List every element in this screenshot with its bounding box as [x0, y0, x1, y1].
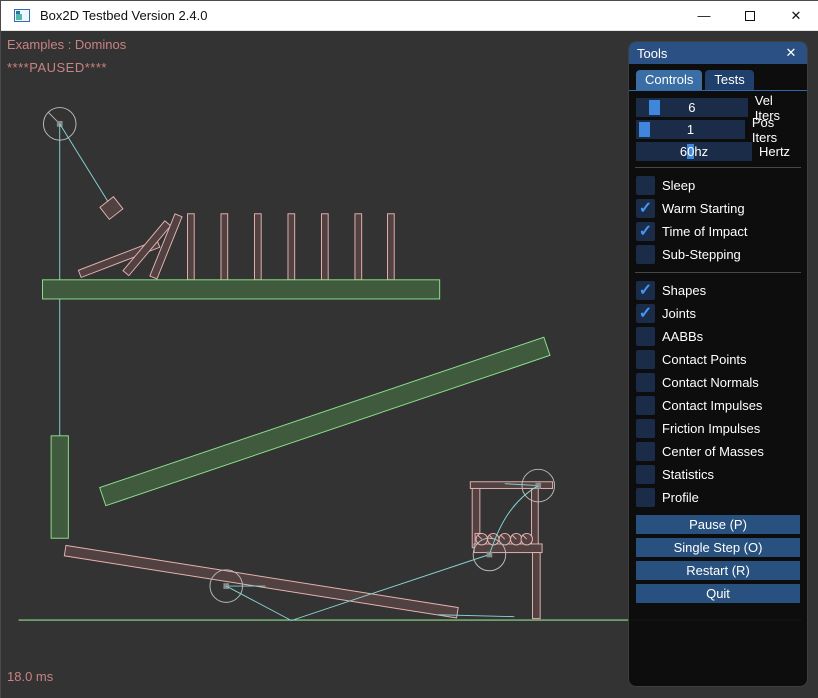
app-icon [14, 9, 30, 22]
checkbox-label: Friction Impulses [662, 421, 760, 436]
checkbox-aabbs[interactable] [636, 327, 655, 346]
joint-anchor-dot [535, 483, 541, 489]
hertz-value: 6 [680, 144, 687, 159]
check-row-sleep[interactable]: Sleep [636, 174, 800, 197]
check-icon: ✓ [639, 283, 652, 299]
check-row-contact-points[interactable]: Contact Points [636, 348, 800, 371]
tab-tests[interactable]: Tests [705, 70, 753, 90]
quit-button[interactable]: Quit [636, 584, 800, 603]
checkbox-label: Sleep [662, 178, 695, 193]
checkbox-label: Shapes [662, 283, 706, 298]
pos-iters-row: 1 Pos Iters [636, 120, 800, 139]
checkbox-label: Warm Starting [662, 201, 745, 216]
window-title: Box2D Testbed Version 2.4.0 [40, 8, 207, 23]
domino [221, 214, 228, 280]
example-label: Examples : Dominos [7, 37, 126, 52]
checkbox-friction-impulses[interactable] [636, 419, 655, 438]
checkbox-shapes[interactable]: ✓ [636, 281, 655, 300]
domino [288, 214, 295, 280]
check-row-time-of-impact[interactable]: ✓ Time of Impact [636, 220, 800, 243]
check-row-center-of-masses[interactable]: Center of Masses [636, 440, 800, 463]
check-row-contact-impulses[interactable]: Contact Impulses [636, 394, 800, 417]
check-row-profile[interactable]: Profile [636, 486, 800, 509]
slider-grab[interactable] [639, 122, 650, 137]
checkbox-label: Profile [662, 490, 699, 505]
pillar [51, 436, 68, 538]
check-row-friction-impulses[interactable]: Friction Impulses [636, 417, 800, 440]
pos-iters-value: 1 [687, 122, 694, 137]
checkbox-sleep[interactable] [636, 176, 655, 195]
checkbox-contact-impulses[interactable] [636, 396, 655, 415]
domino [254, 214, 261, 280]
checkbox-label: Sub-Stepping [662, 247, 741, 262]
checkbox-statistics[interactable] [636, 465, 655, 484]
vel-iters-slider[interactable]: 6 [636, 98, 748, 117]
separator [635, 167, 801, 168]
paused-label: ****PAUSED**** [7, 60, 107, 75]
frame-time-label: 18.0 ms [7, 669, 53, 684]
check-icon: ✓ [639, 201, 652, 217]
hertz-input[interactable]: 60 hz [636, 142, 752, 161]
ramp [100, 337, 550, 505]
checkbox-contact-normals[interactable] [636, 373, 655, 392]
panel-close-icon[interactable]: ✕ [783, 45, 799, 61]
check-row-statistics[interactable]: Statistics [636, 463, 800, 486]
domino [321, 214, 328, 280]
slider-grab[interactable] [649, 100, 660, 115]
single-step-button[interactable]: Single Step (O) [636, 538, 800, 557]
platform-shelf [43, 280, 440, 299]
rope-to-bob [60, 124, 112, 207]
check-icon: ✓ [639, 224, 652, 240]
pause-button[interactable]: Pause (P) [636, 515, 800, 534]
tools-panel-title: Tools [637, 46, 667, 61]
checkbox-center-of-masses[interactable] [636, 442, 655, 461]
domino [355, 214, 362, 280]
checkbox-label: Joints [662, 306, 696, 321]
checkbox-label: Time of Impact [662, 224, 747, 239]
hertz-label: Hertz [759, 144, 790, 159]
pendulum-bob [100, 197, 123, 220]
vel-iters-value: 6 [688, 100, 695, 115]
checkbox-time-of-impact[interactable]: ✓ [636, 222, 655, 241]
tools-panel-titlebar[interactable]: Tools ✕ [629, 42, 807, 64]
domino [388, 214, 395, 280]
check-row-warm-starting[interactable]: ✓ Warm Starting [636, 197, 800, 220]
check-row-aabbs[interactable]: AABBs [636, 325, 800, 348]
checkbox-label: Center of Masses [662, 444, 764, 459]
checkbox-label: Statistics [662, 467, 714, 482]
text-cursor: 0 [687, 144, 694, 159]
domino [187, 214, 194, 280]
checkbox-label: Contact Normals [662, 375, 759, 390]
hertz-unit: hz [694, 144, 708, 159]
maximize-button[interactable] [727, 1, 773, 31]
checkbox-sub-stepping[interactable] [636, 245, 655, 264]
maximize-icon [745, 11, 755, 21]
check-row-contact-normals[interactable]: Contact Normals [636, 371, 800, 394]
checkbox-label: AABBs [662, 329, 703, 344]
check-row-sub-stepping[interactable]: Sub-Stepping [636, 243, 800, 266]
tools-tabs: Controls Tests [629, 64, 807, 91]
separator [635, 272, 801, 273]
checkbox-joints[interactable]: ✓ [636, 304, 655, 323]
hertz-row: 60 hz Hertz [636, 142, 800, 161]
close-button[interactable]: ✕ [773, 1, 818, 31]
checkbox-warm-starting[interactable]: ✓ [636, 199, 655, 218]
frame-structure [470, 482, 552, 619]
checkbox-label: Contact Points [662, 352, 747, 367]
pos-iters-slider[interactable]: 1 [636, 120, 745, 139]
checkbox-contact-points[interactable] [636, 350, 655, 369]
check-row-shapes[interactable]: ✓ Shapes [636, 279, 800, 302]
tools-panel: Tools ✕ Controls Tests 6 Vel Iters 1 Pos… [628, 41, 808, 687]
checkbox-label: Contact Impulses [662, 398, 762, 413]
window-titlebar[interactable]: Box2D Testbed Version 2.4.0 — ✕ [1, 1, 818, 31]
check-row-joints[interactable]: ✓ Joints [636, 302, 800, 325]
minimize-button[interactable]: — [681, 1, 727, 31]
check-icon: ✓ [639, 306, 652, 322]
pos-iters-label: Pos Iters [752, 115, 800, 145]
restart-button[interactable]: Restart (R) [636, 561, 800, 580]
checkbox-profile[interactable] [636, 488, 655, 507]
tab-controls[interactable]: Controls [636, 70, 702, 90]
seesaw-plank [64, 545, 458, 618]
